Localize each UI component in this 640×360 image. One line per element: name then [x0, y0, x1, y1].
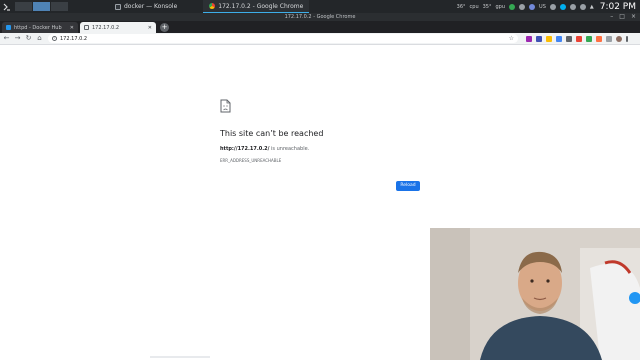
- gpu-label: gpu: [495, 3, 506, 10]
- tab-current[interactable]: 172.17.0.2 ✕: [80, 22, 156, 33]
- reload-icon[interactable]: ↻: [24, 34, 33, 43]
- docker-favicon-icon: [6, 25, 11, 30]
- taskbar-item-label: docker — Konsole: [124, 3, 178, 10]
- error-title: This site can’t be reached: [220, 129, 324, 138]
- extension-3-icon[interactable]: [546, 35, 552, 42]
- back-icon[interactable]: ←: [2, 34, 11, 43]
- workspace-2[interactable]: [33, 2, 51, 11]
- minimize-icon[interactable]: –: [610, 13, 613, 21]
- maximize-icon[interactable]: □: [619, 13, 625, 21]
- url-text: 172.17.0.2: [60, 35, 88, 42]
- tab-close-icon[interactable]: ✕: [148, 25, 152, 31]
- extension-8-icon[interactable]: [596, 35, 602, 42]
- taskbar-item-chrome[interactable]: 172.17.0.2 - Google Chrome: [203, 0, 310, 13]
- webcam-overlay: [430, 228, 640, 360]
- terminal-icon: [115, 3, 121, 10]
- skype-icon[interactable]: [559, 3, 566, 10]
- address-bar[interactable]: i 172.17.0.2 ☆: [48, 34, 518, 43]
- notifications-icon[interactable]: [579, 3, 586, 10]
- scrollbar-hint: [150, 356, 210, 358]
- extension-1-icon[interactable]: [526, 35, 532, 42]
- tab-label: httpd - Docker Hub: [14, 24, 62, 31]
- tray-expand-icon[interactable]: ▲: [590, 4, 594, 10]
- clock[interactable]: 7:02 PM: [600, 2, 636, 12]
- home-icon[interactable]: ⌂: [35, 34, 44, 43]
- extension-4-icon[interactable]: [556, 35, 562, 42]
- tray-discord-icon[interactable]: [529, 3, 536, 10]
- taskbar-item-label: 172.17.0.2 - Google Chrome: [218, 2, 304, 10]
- close-icon[interactable]: ×: [631, 13, 636, 21]
- tab-label: 172.17.0.2: [92, 24, 120, 31]
- window-controls: – □ ×: [610, 13, 636, 21]
- info-icon[interactable]: i: [52, 36, 57, 41]
- gpu-temp: 35°: [482, 3, 492, 10]
- extension-2-icon[interactable]: [536, 35, 542, 42]
- cpu-label: cpu: [469, 3, 479, 10]
- tab-docker-hub[interactable]: httpd - Docker Hub ✕: [2, 22, 78, 33]
- bookmark-star-icon[interactable]: ☆: [509, 35, 514, 42]
- sad-document-icon: [220, 99, 231, 113]
- app-launcher-icon[interactable]: [2, 2, 11, 11]
- tray-app-icon[interactable]: [519, 3, 526, 10]
- keyboard-layout[interactable]: US: [539, 4, 546, 10]
- desktop-panel: docker — Konsole 172.17.0.2 - Google Chr…: [0, 0, 640, 13]
- extension-7-icon[interactable]: [586, 35, 592, 42]
- browser-toolbar: ← → ↻ ⌂ i 172.17.0.2 ☆: [0, 33, 640, 45]
- cpu-temp: 36°: [456, 3, 466, 10]
- menu-kebab-icon[interactable]: [626, 35, 628, 42]
- new-tab-button[interactable]: +: [160, 23, 169, 32]
- tray-chrome-icon[interactable]: [509, 3, 516, 10]
- webcam-person-image: [430, 228, 640, 360]
- taskbar-item-konsole[interactable]: docker — Konsole: [109, 0, 183, 13]
- forward-icon[interactable]: →: [13, 34, 22, 43]
- extension-6-icon[interactable]: [576, 35, 582, 42]
- error-description: http://172.17.0.2/ is unreachable.: [220, 146, 309, 152]
- virtual-desktop-pager: [15, 2, 69, 11]
- workspace-1[interactable]: [15, 2, 33, 11]
- tab-strip: httpd - Docker Hub ✕ 172.17.0.2 ✕ +: [0, 21, 640, 33]
- network-icon[interactable]: [569, 3, 576, 10]
- extension-5-icon[interactable]: [566, 35, 572, 42]
- workspace-3[interactable]: [51, 2, 69, 11]
- extensions-area: [526, 35, 628, 42]
- tab-close-icon[interactable]: ✕: [70, 25, 74, 31]
- volume-icon[interactable]: [549, 3, 556, 10]
- error-code: ERR_ADDRESS_UNREACHABLE: [220, 158, 282, 163]
- extension-9-icon[interactable]: [606, 35, 612, 42]
- window-title: 172.17.0.2 - Google Chrome: [0, 13, 640, 21]
- page-favicon-icon: [84, 25, 89, 30]
- profile-avatar[interactable]: [616, 35, 622, 42]
- reload-button[interactable]: Reload: [396, 181, 420, 191]
- system-tray: 36° cpu 35° gpu US ▲ 7:02 PM: [457, 0, 640, 13]
- error-host: http://172.17.0.2/: [220, 146, 270, 152]
- error-desc-suffix: is unreachable.: [269, 146, 310, 152]
- chrome-icon: [209, 3, 216, 9]
- screen: docker — Konsole 172.17.0.2 - Google Chr…: [0, 0, 640, 360]
